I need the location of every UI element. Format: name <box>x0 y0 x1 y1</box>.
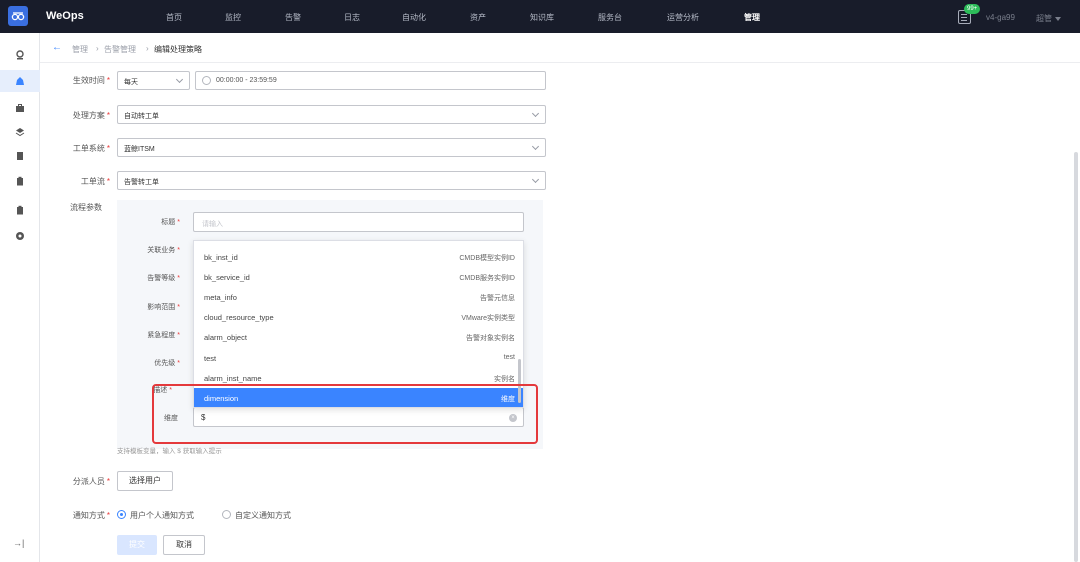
notification-badge: 99+ <box>964 4 981 14</box>
submit-button[interactable]: 提交 <box>117 535 157 555</box>
template-hint: 支持模板变量，输入 $ 获取输入提示 <box>117 448 222 455</box>
plan-value: 自动转工单 <box>124 113 159 120</box>
sidebar-briefcase-icon[interactable] <box>13 101 27 115</box>
assignee-label: 分派人员 * <box>72 477 110 486</box>
urgency-label: 紧急程度 * <box>147 332 180 339</box>
dropdown-item-key: test <box>204 354 217 363</box>
notify-personal-label[interactable]: 用户个人通知方式 <box>130 510 194 521</box>
breadcrumb-alarm-manage[interactable]: 告警管理 <box>104 44 136 55</box>
sidebar-clipboard-icon[interactable] <box>13 174 27 188</box>
workflow-label: 工单流 * <box>80 177 110 186</box>
nav-item-analysis[interactable]: 运营分析 <box>667 12 699 23</box>
variable-suggestion-dropdown: bk_inst_id CMDB模型实例ID bk_service_id CMDB服务… <box>193 240 524 408</box>
chevron-down-icon <box>531 175 540 184</box>
period-select[interactable]: 每天 <box>117 71 190 90</box>
logo-glasses-icon <box>11 12 25 21</box>
dropdown-item-key: cloud_resource_type <box>204 313 274 322</box>
role-label: 超管 <box>1036 14 1052 23</box>
sidebar-clipboard-check-icon[interactable] <box>13 203 27 217</box>
nav-item-knowledge[interactable]: 知识库 <box>530 12 554 23</box>
dropdown-item[interactable]: meta_info 告警元信息 <box>194 287 523 307</box>
breadcrumb: ← 管理 › 告警管理 › 编辑处理策略 <box>40 33 1080 63</box>
dropdown-item[interactable]: alarm_object 告警对象实例名 <box>194 327 523 347</box>
ticket-system-label: 工单系统 * <box>72 144 110 153</box>
plan-label: 处理方案 * <box>72 111 110 120</box>
nav-item-automation[interactable]: 自动化 <box>402 12 426 23</box>
nav-item-log[interactable]: 日志 <box>344 12 360 23</box>
dropdown-item-desc: 告警元信息 <box>480 295 515 302</box>
priority-label: 优先级 * <box>154 360 180 367</box>
brand-name[interactable]: WeOps <box>46 10 84 22</box>
dropdown-item-key: bk_service_id <box>204 273 250 282</box>
plan-select[interactable]: 自动转工单 <box>117 105 546 124</box>
dropdown-item-desc: CMDB模型实例ID <box>459 255 515 262</box>
dropdown-item[interactable]: bk_inst_id CMDB模型实例ID <box>194 247 523 267</box>
sidebar-book-icon[interactable] <box>13 149 27 163</box>
dropdown-item-desc: CMDB服务实例ID <box>459 275 515 282</box>
time-range-value: 00:00:00 - 23:59:59 <box>216 77 277 84</box>
collapse-sidebar-icon[interactable]: →| <box>13 538 24 548</box>
effective-time-label: 生效时间 * <box>72 76 110 85</box>
breadcrumb-separator: › <box>146 44 149 53</box>
nav-item-monitor[interactable]: 监控 <box>225 12 241 23</box>
select-user-button[interactable]: 选择用户 <box>117 471 173 491</box>
sidebar-monitor-icon[interactable] <box>13 48 27 62</box>
ticket-system-value: 蓝鲸ITSM <box>124 146 155 153</box>
alarm-level-label: 告警等级 * <box>147 275 180 282</box>
page-scrollbar[interactable] <box>1074 152 1078 562</box>
back-arrow-icon[interactable]: ← <box>52 42 62 53</box>
chevron-down-icon <box>531 109 540 118</box>
nav-item-assets[interactable]: 资产 <box>470 12 486 23</box>
chevron-down-icon <box>531 142 540 151</box>
top-navbar: WeOps 首页 监控 告警 日志 自动化 资产 知识库 服务台 运营分析 管理… <box>0 0 1080 33</box>
dropdown-item-key: alarm_inst_name <box>204 374 262 383</box>
workflow-select[interactable]: 告警转工单 <box>117 171 546 190</box>
period-value: 每天 <box>124 79 138 86</box>
dropdown-item-key: meta_info <box>204 293 237 302</box>
highlight-box <box>152 384 538 444</box>
dropdown-item-desc: test <box>503 354 515 361</box>
dropdown-item-desc: 实例名 <box>494 376 515 383</box>
params-label: 流程参数 <box>70 203 102 212</box>
username[interactable]: v4-ga99 <box>986 13 1015 22</box>
dropdown-item-desc: VMware实例类型 <box>461 315 515 322</box>
title-placeholder: 请输入 <box>202 221 223 228</box>
nav-item-alarm[interactable]: 告警 <box>285 12 301 23</box>
dropdown-item[interactable]: cloud_resource_type VMware实例类型 <box>194 307 523 327</box>
notify-label: 通知方式 * <box>72 511 110 520</box>
dropdown-item[interactable]: bk_service_id CMDB服务实例ID <box>194 267 523 287</box>
clock-icon <box>202 76 211 85</box>
policy-form: 生效时间 * 每天 00:00:00 - 23:59:59 处理方案 * 自动转工单… <box>40 64 1080 562</box>
notify-personal-radio[interactable] <box>117 510 126 519</box>
nav-item-manage[interactable]: 管理 <box>744 12 760 23</box>
sidebar-settings-icon[interactable] <box>13 229 27 243</box>
nav-item-service-desk[interactable]: 服务台 <box>598 12 622 23</box>
role-dropdown[interactable]: 超管 <box>1036 13 1061 24</box>
title-label: 标题 * <box>161 219 180 226</box>
dropdown-item-desc: 告警对象实例名 <box>466 335 515 342</box>
nav-item-home[interactable]: 首页 <box>166 12 182 23</box>
weops-logo[interactable] <box>8 6 28 26</box>
sidebar-alarm-icon[interactable] <box>0 70 40 92</box>
notify-custom-radio[interactable] <box>222 510 231 519</box>
workflow-value: 告警转工单 <box>124 179 159 186</box>
title-input[interactable]: 请输入 <box>193 212 524 232</box>
sidebar <box>0 33 40 562</box>
time-range-picker[interactable]: 00:00:00 - 23:59:59 <box>195 71 546 90</box>
dropdown-item-key: bk_inst_id <box>204 253 238 262</box>
ticket-system-select[interactable]: 蓝鲸ITSM <box>117 138 546 157</box>
impact-scope-label: 影响范围 * <box>147 304 180 311</box>
related-business-label: 关联业务 * <box>147 247 180 254</box>
dropdown-item-key: alarm_object <box>204 333 247 342</box>
breadcrumb-separator: › <box>96 44 99 53</box>
breadcrumb-manage[interactable]: 管理 <box>72 44 88 55</box>
notify-custom-label[interactable]: 自定义通知方式 <box>235 510 291 521</box>
dropdown-item[interactable]: test test <box>194 348 523 368</box>
cancel-button[interactable]: 取消 <box>163 535 205 555</box>
chevron-down-icon <box>1055 16 1061 21</box>
breadcrumb-current: 编辑处理策略 <box>154 45 202 54</box>
chevron-down-icon <box>175 75 184 84</box>
sidebar-layers-icon[interactable] <box>13 125 27 139</box>
